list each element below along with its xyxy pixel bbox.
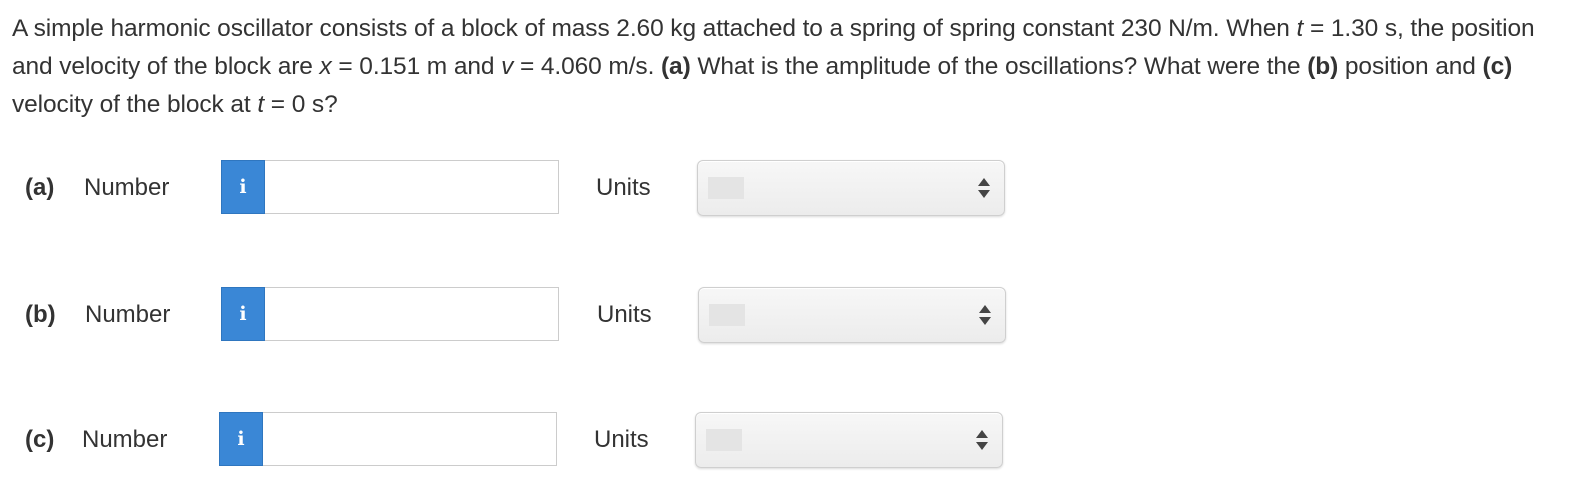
number-input-b[interactable] [265, 287, 559, 341]
velocity-variable: v [501, 53, 514, 80]
info-icon: i [237, 427, 245, 450]
question-segment: What is the amplitude of the oscillation… [690, 53, 1308, 80]
up-down-arrows-icon [976, 430, 988, 452]
info-icon: i [239, 302, 247, 325]
units-label-c: Units [594, 426, 649, 453]
part-b-marker: (b) [1307, 53, 1339, 80]
units-label-a: Units [596, 174, 651, 201]
question-segment: position and [1338, 53, 1483, 80]
question-segment: A simple harmonic oscillator consists of… [12, 15, 1297, 42]
part-a-marker: (a) [661, 53, 691, 80]
up-down-arrows-icon [978, 178, 990, 200]
answer-row-c: (c) Number i Units [0, 412, 1574, 468]
info-button-a[interactable]: i [221, 160, 265, 214]
number-input-c[interactable] [263, 412, 557, 466]
position-variable: x [319, 53, 332, 80]
units-label-b: Units [597, 301, 652, 328]
units-select-a[interactable] [697, 160, 1005, 216]
units-selected-value-a [708, 177, 744, 199]
number-label-b: Number [85, 301, 171, 328]
question-segment: = 0.151 m and [331, 53, 502, 80]
number-label-c: Number [82, 426, 168, 453]
info-button-c[interactable]: i [219, 412, 263, 466]
up-down-arrows-icon [979, 305, 991, 327]
part-label-c: (c) [25, 426, 55, 453]
units-select-c[interactable] [695, 412, 1003, 468]
question-segment: = 0 s? [264, 91, 338, 118]
number-input-a[interactable] [265, 160, 559, 214]
units-select-b[interactable] [698, 287, 1006, 343]
number-label-a: Number [84, 174, 170, 201]
question-segment: velocity of the block at [12, 91, 258, 118]
info-button-b[interactable]: i [221, 287, 265, 341]
answer-row-a: (a) Number i Units [0, 160, 1574, 216]
answer-row-b: (b) Number i Units [0, 287, 1574, 343]
units-selected-value-c [706, 429, 742, 451]
part-label-b: (b) [25, 301, 56, 328]
question-text: A simple harmonic oscillator consists of… [12, 10, 1562, 124]
info-icon: i [239, 175, 247, 198]
question-segment: = 4.060 m/s. [513, 53, 661, 80]
units-selected-value-b [709, 304, 745, 326]
part-c-marker: (c) [1482, 53, 1513, 80]
part-label-a: (a) [25, 174, 55, 201]
